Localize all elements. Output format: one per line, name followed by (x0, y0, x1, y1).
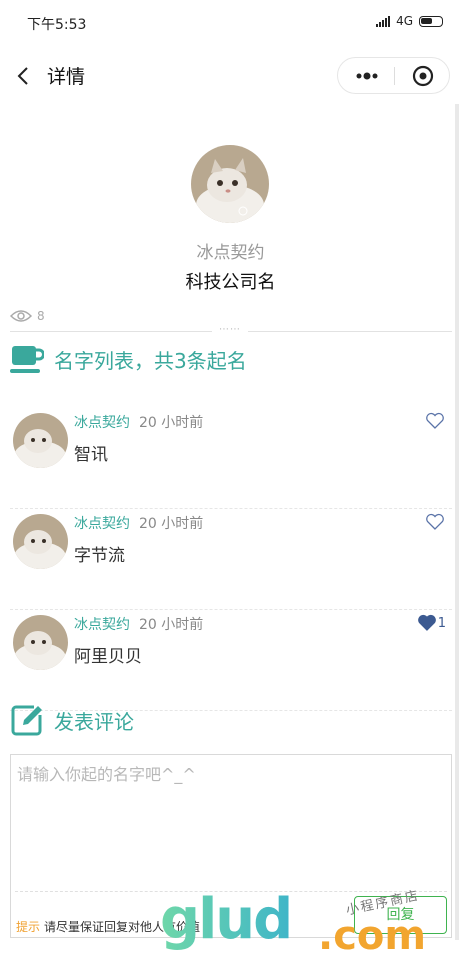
status-bar: 下午5:53 4G (0, 0, 461, 48)
company-name: 科技公司名 (185, 272, 276, 293)
avatar (13, 413, 68, 468)
comment-title: 发表评论 (54, 709, 134, 734)
view-count: 8 (10, 309, 45, 323)
entry-time: 20 小时前 (139, 516, 204, 532)
status-indicators: 4G (376, 14, 443, 28)
more-icon[interactable] (354, 69, 380, 83)
signal-icon (376, 15, 391, 27)
entry-name: 字节流 (74, 546, 125, 566)
eye-icon (10, 310, 32, 322)
hint-label: 提示 (16, 920, 41, 934)
like-button[interactable] (425, 412, 446, 430)
page-title: 详情 (47, 66, 86, 88)
cat-avatar-image (191, 145, 269, 223)
cat-avatar-image (13, 413, 68, 468)
entry-name: 智讯 (74, 445, 108, 465)
cat-avatar-image (13, 615, 68, 670)
comment-divider (15, 891, 447, 892)
list-item: 冰点契约 20 小时前 字节流 (10, 510, 452, 610)
capsule-divider (394, 67, 395, 85)
row-divider (10, 609, 452, 610)
profile-name: 冰点契约 (196, 243, 265, 263)
entry-time: 20 小时前 (139, 617, 204, 633)
heart-outline-icon (426, 412, 444, 429)
navigation-bar: 详情 (0, 48, 461, 104)
cat-avatar-image (13, 514, 68, 569)
battery-icon (419, 15, 443, 27)
status-time: 下午5:53 (27, 17, 87, 33)
like-button[interactable]: 1 (417, 614, 446, 632)
list-item: 冰点契约 20 小时前 阿里贝贝 1 (10, 611, 452, 711)
view-count-value: 8 (37, 309, 45, 323)
like-button[interactable] (425, 513, 446, 531)
entry-time: 20 小时前 (139, 415, 204, 431)
comment-header: 发表评论 (10, 703, 134, 737)
profile-avatar (191, 145, 269, 223)
divider-dots: ⋯⋯ (212, 325, 248, 335)
edit-icon (11, 705, 42, 736)
entry-username[interactable]: 冰点契约 (74, 614, 130, 634)
entry-username[interactable]: 冰点契约 (74, 412, 130, 432)
row-divider (10, 508, 452, 509)
name-list-title: 名字列表，共3条起名 (54, 348, 247, 373)
mini-program-capsule (337, 57, 450, 94)
entry-name: 阿里贝贝 (74, 647, 142, 667)
heart-filled-icon (417, 614, 436, 631)
network-label: 4G (396, 14, 413, 28)
hint-text: 提示 请尽量保证回复对他人有价值 (16, 918, 200, 935)
avatar (13, 514, 68, 569)
hint-message: 请尽量保证回复对他人有价值 (44, 920, 201, 934)
list-item: 冰点契约 20 小时前 智讯 (10, 409, 452, 509)
comment-input[interactable] (15, 759, 449, 883)
close-target-icon[interactable] (412, 65, 434, 87)
avatar (13, 615, 68, 670)
heart-outline-icon (426, 513, 444, 530)
scrollbar[interactable] (455, 104, 459, 940)
reply-button[interactable]: 回复 (354, 896, 447, 934)
like-count: 1 (437, 615, 446, 631)
cup-icon (10, 346, 44, 373)
name-list-header: 名字列表，共3条起名 (10, 344, 247, 374)
comment-form: 提示请尽量保证回复对他人有价值 回复 (10, 754, 452, 938)
entry-username[interactable]: 冰点契约 (74, 513, 130, 533)
back-arrow-icon[interactable] (15, 66, 35, 86)
